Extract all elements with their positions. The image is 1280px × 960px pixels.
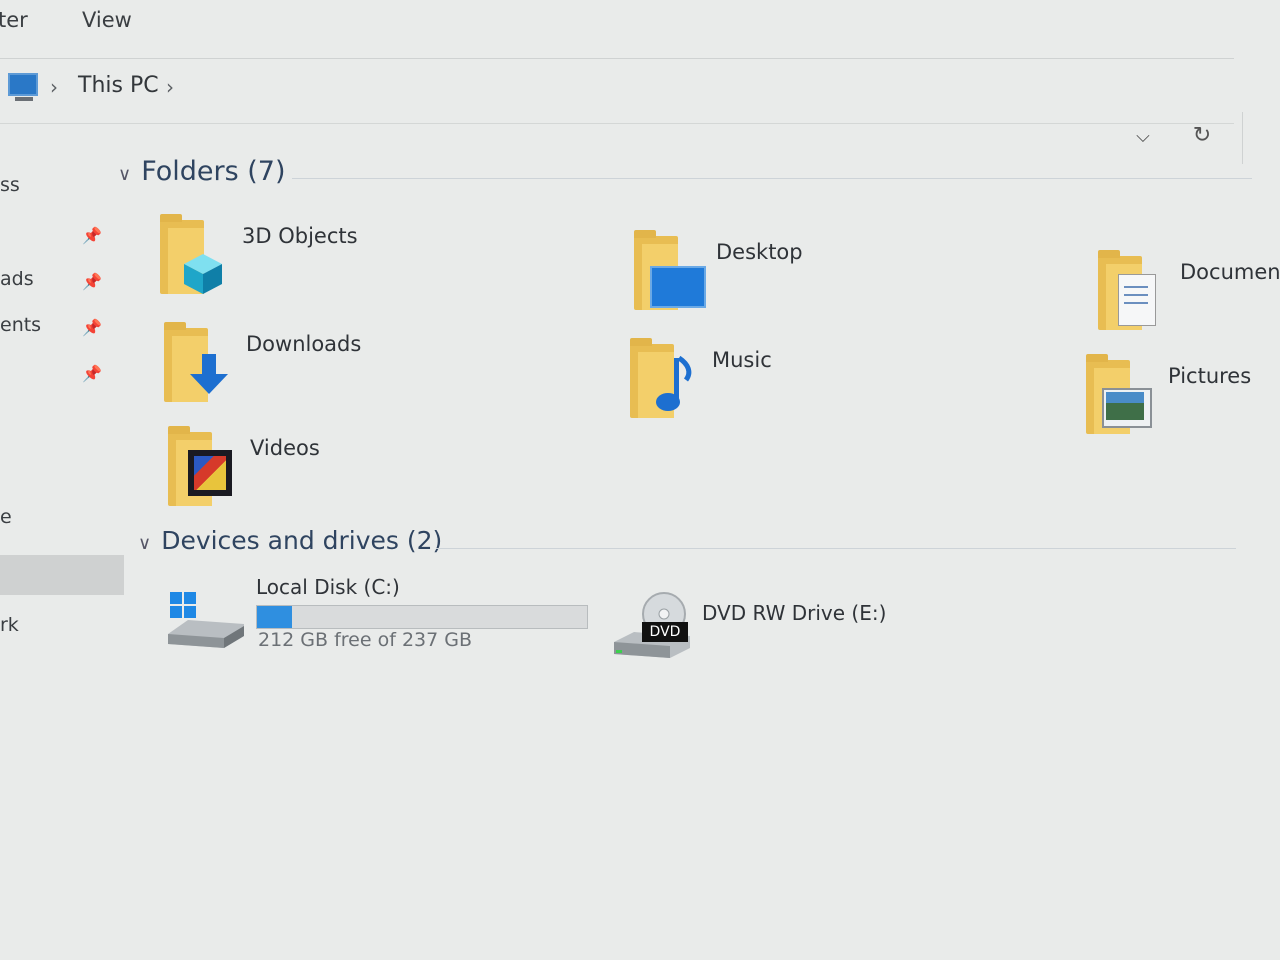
drives-section-title: Devices and drives (2)	[161, 526, 443, 555]
chevron-down-icon[interactable]: ∨	[118, 164, 131, 185]
folder-label: Downloads	[246, 332, 362, 356]
desktop-folder-icon	[632, 230, 706, 314]
nav-item-downloads[interactable]: ads	[0, 268, 34, 290]
ribbon-tabs: ter View	[0, 0, 1280, 50]
file-explorer-window: ter View › This PC › ⌵ ↻ ss ads ents e r…	[0, 0, 1280, 960]
folder-label: Pictures	[1168, 364, 1252, 388]
folders-section-header[interactable]: ∨ Folders (7)	[118, 156, 286, 187]
search-input[interactable]	[1242, 112, 1280, 164]
folders-section-title: Folders (7)	[141, 156, 286, 187]
nav-item-quick-access[interactable]: ss	[0, 174, 20, 196]
tab-view[interactable]: View	[82, 8, 132, 32]
disk-usage-bar	[256, 605, 588, 629]
this-pc-icon	[8, 73, 38, 101]
pin-icon[interactable]: 📌	[82, 226, 102, 245]
folder-label: Videos	[250, 436, 320, 460]
nav-item-network[interactable]: rk	[0, 614, 19, 636]
folder-label: Desktop	[716, 240, 803, 264]
nav-selected-highlight	[0, 555, 124, 595]
drive-label-c[interactable]: Local Disk (C:)	[256, 575, 400, 599]
folder-tile-documents[interactable]: Documents	[1096, 250, 1280, 344]
folder-label: 3D Objects	[242, 224, 358, 248]
address-bar[interactable]: › This PC ›	[0, 58, 1234, 124]
folder-tile-3d-objects[interactable]: 3D Objects	[158, 214, 578, 308]
dvd-badge: DVD	[642, 622, 688, 642]
drive-free-space-c: 212 GB free of 237 GB	[258, 629, 473, 651]
folder-tile-downloads[interactable]: Downloads	[162, 322, 582, 416]
pictures-folder-icon	[1084, 354, 1154, 438]
drive-label-e[interactable]: DVD RW Drive (E:)	[702, 601, 886, 625]
folder-tile-desktop[interactable]: Desktop	[632, 230, 1052, 324]
section-divider	[292, 178, 1252, 179]
section-divider	[436, 548, 1236, 549]
folder-label: Documents	[1180, 260, 1280, 284]
pin-icon[interactable]: 📌	[82, 272, 102, 291]
disk-usage-fill	[257, 606, 292, 628]
3d-objects-folder-icon	[158, 214, 228, 298]
folder-tile-music[interactable]: Music	[628, 338, 1048, 432]
downloads-folder-icon	[162, 322, 232, 406]
folder-tile-pictures[interactable]: Pictures	[1084, 354, 1280, 448]
nav-item-onedrive[interactable]: e	[0, 506, 12, 528]
local-disk-icon[interactable]	[168, 590, 248, 650]
chevron-down-icon[interactable]: ∨	[138, 533, 151, 554]
music-folder-icon	[628, 338, 698, 422]
breadcrumb-separator-icon[interactable]: ›	[166, 75, 174, 99]
breadcrumb-this-pc[interactable]: This PC	[78, 73, 159, 98]
dvd-drive-icon[interactable]: DVD	[612, 592, 692, 660]
navigation-pane	[0, 160, 128, 680]
folder-tile-videos[interactable]: Videos	[166, 426, 586, 520]
pin-icon[interactable]: 📌	[82, 318, 102, 337]
address-history-chevron-down-icon[interactable]: ⌵	[1128, 126, 1158, 148]
pin-icon[interactable]: 📌	[82, 364, 102, 383]
nav-item-documents[interactable]: ents	[0, 314, 41, 336]
videos-folder-icon	[166, 426, 236, 510]
drives-section-header[interactable]: ∨ Devices and drives (2)	[138, 526, 442, 555]
tab-partial[interactable]: ter	[0, 8, 28, 32]
breadcrumb-separator-icon[interactable]: ›	[50, 75, 58, 99]
refresh-icon[interactable]: ↻	[1184, 118, 1220, 154]
folder-label: Music	[712, 348, 772, 372]
documents-folder-icon	[1096, 250, 1166, 334]
